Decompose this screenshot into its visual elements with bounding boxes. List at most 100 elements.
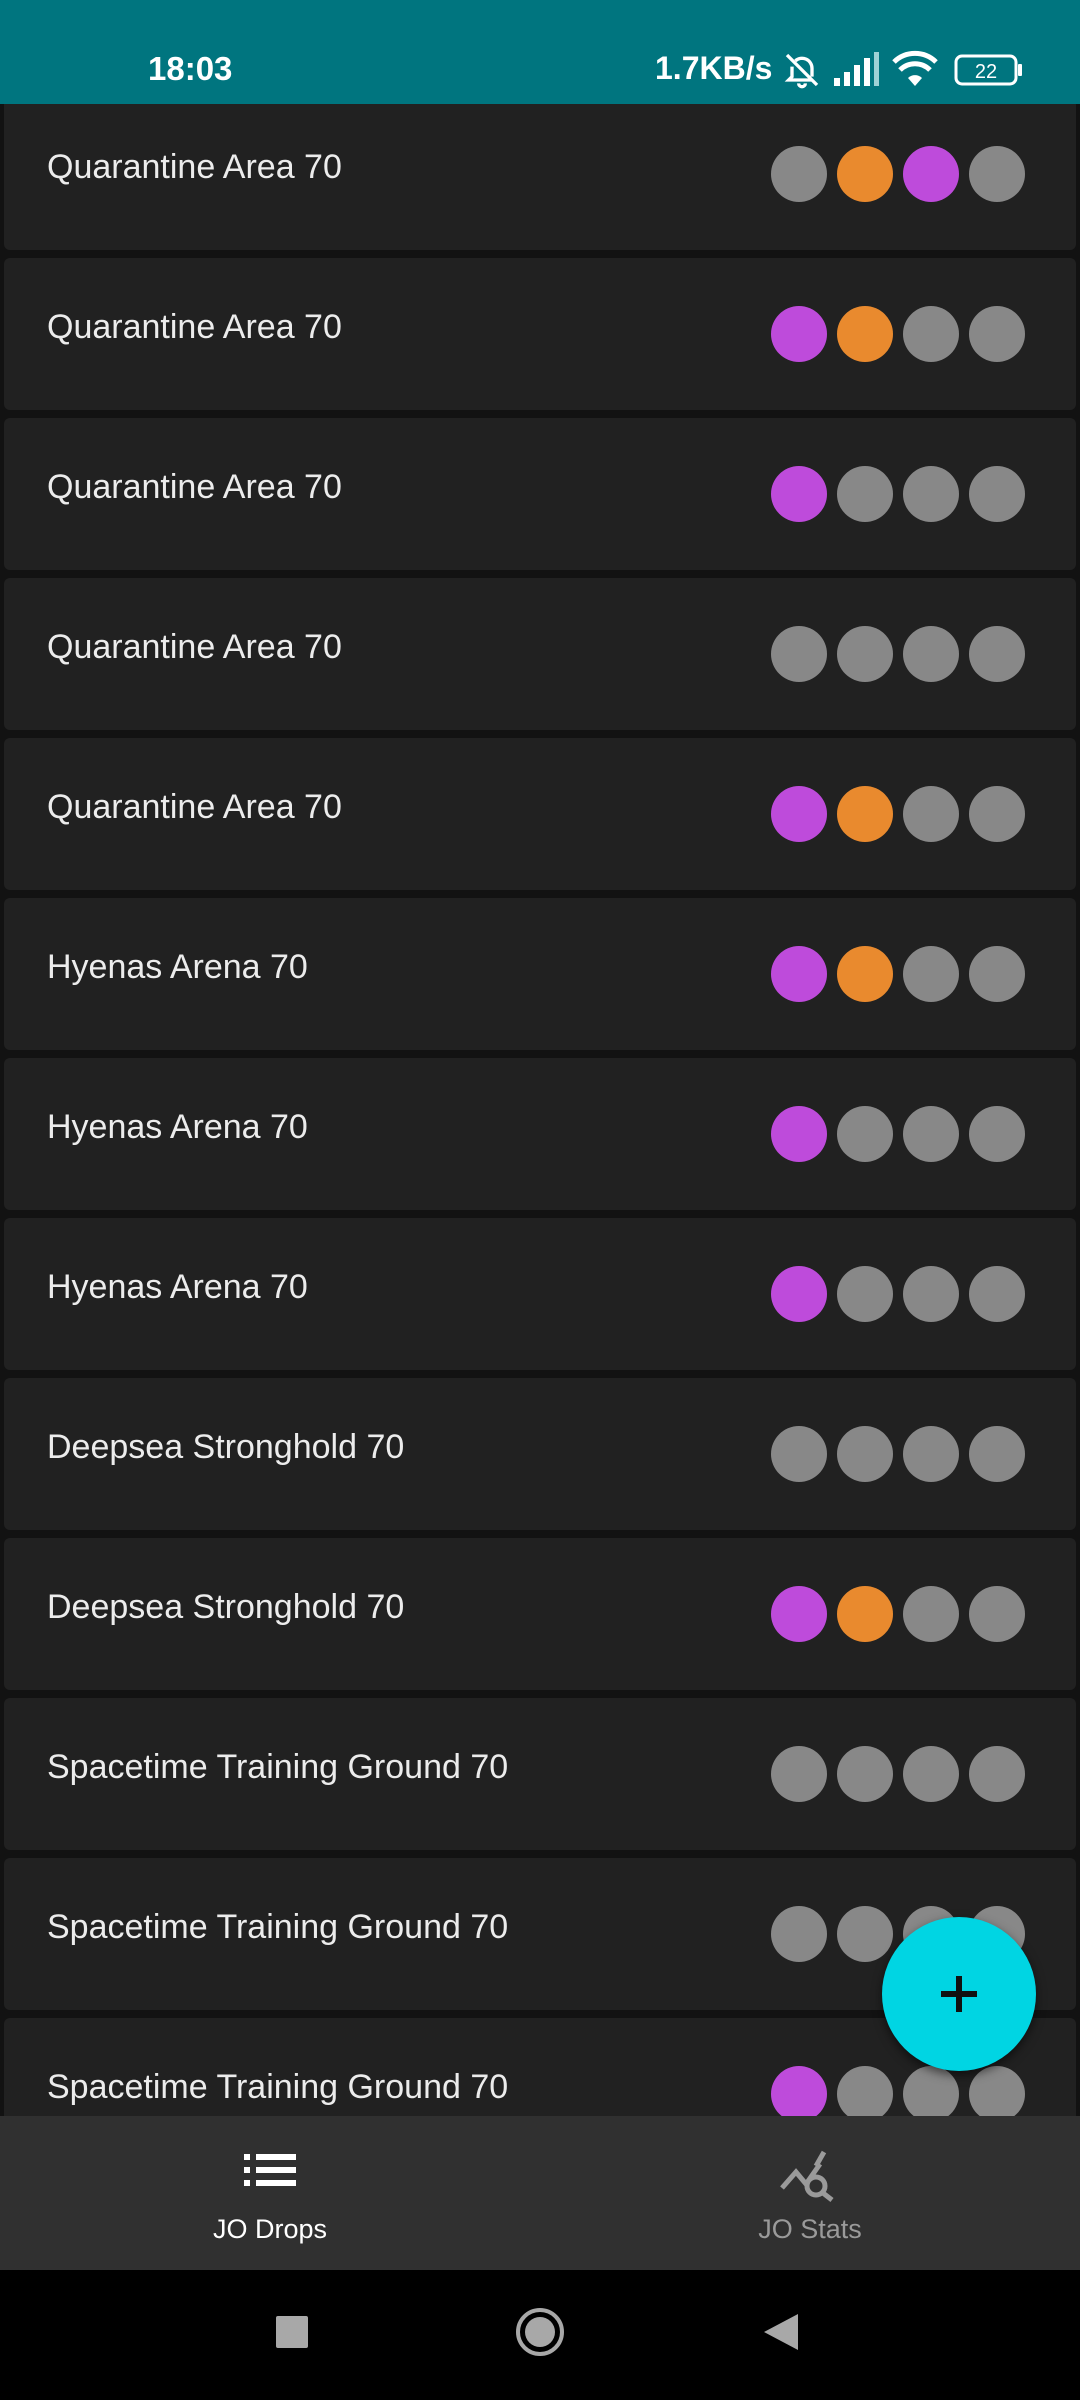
drop-dot-gray — [969, 306, 1025, 362]
drop-indicators — [771, 1106, 1025, 1162]
tab-jo-stats[interactable]: JO Stats — [540, 2116, 1080, 2270]
drop-dot-gray — [969, 146, 1025, 202]
drop-name: Quarantine Area 70 — [47, 148, 342, 186]
drop-dot-orange — [837, 146, 893, 202]
drop-dot-gray — [771, 626, 827, 682]
drop-dot-gray — [969, 1106, 1025, 1162]
list-item[interactable]: Hyenas Arena 70 — [4, 898, 1076, 1050]
drop-name: Spacetime Training Ground 70 — [47, 1748, 509, 1786]
cellular-signal-icon — [832, 52, 880, 93]
drop-dot-gray — [969, 1266, 1025, 1322]
plus-icon — [941, 1976, 977, 2012]
drop-dot-gray — [969, 466, 1025, 522]
battery-icon: 22 — [954, 54, 1024, 91]
drop-indicators — [771, 626, 1025, 682]
list-item[interactable]: Quarantine Area 70 — [4, 578, 1076, 730]
drop-dot-gray — [903, 1586, 959, 1642]
drop-dot-gray — [903, 946, 959, 1002]
list-item[interactable]: Quarantine Area 70 — [4, 258, 1076, 410]
drop-dot-gray — [969, 786, 1025, 842]
drop-dot-gray — [969, 1426, 1025, 1482]
drop-indicators — [771, 146, 1025, 202]
list-item[interactable]: Hyenas Arena 70 — [4, 1058, 1076, 1210]
status-bar: 18:03 1.7KB/s 22 — [0, 0, 1080, 104]
drop-name: Hyenas Arena 70 — [47, 948, 308, 986]
drop-dot-gray — [837, 1906, 893, 1962]
drop-dot-gray — [969, 2066, 1025, 2116]
drop-dot-gray — [903, 1106, 959, 1162]
drop-indicators — [771, 1746, 1025, 1802]
bottom-nav: JO Drops JO Stats — [0, 2116, 1080, 2270]
drop-dot-gray — [771, 1906, 827, 1962]
network-speed: 1.7KB/s — [655, 50, 773, 86]
drop-indicators — [771, 1266, 1025, 1322]
tab-jo-drops-label: JO Drops — [212, 2214, 328, 2244]
drop-dot-orange — [837, 306, 893, 362]
drop-indicators — [771, 786, 1025, 842]
list-item[interactable]: Deepsea Stronghold 70 — [4, 1538, 1076, 1690]
drop-name: Quarantine Area 70 — [47, 628, 342, 666]
system-nav-bar — [0, 2270, 1080, 2400]
list-item[interactable]: Quarantine Area 70 — [4, 104, 1076, 250]
drop-indicators — [771, 946, 1025, 1002]
drop-dot-purple — [771, 306, 827, 362]
drop-dot-purple — [771, 2066, 827, 2116]
drop-name: Quarantine Area 70 — [47, 308, 342, 346]
drop-dot-gray — [903, 2066, 959, 2116]
list-item[interactable]: Quarantine Area 70 — [4, 418, 1076, 570]
wifi-icon — [892, 50, 938, 93]
drop-name: Spacetime Training Ground 70 — [47, 1908, 509, 1946]
add-drop-button[interactable] — [882, 1917, 1036, 2071]
drop-dot-gray — [837, 1266, 893, 1322]
drop-dot-purple — [771, 946, 827, 1002]
drop-name: Deepsea Stronghold 70 — [47, 1428, 405, 1466]
list-item[interactable]: Hyenas Arena 70 — [4, 1218, 1076, 1370]
drop-dot-orange — [837, 946, 893, 1002]
drop-dot-purple — [771, 1586, 827, 1642]
battery-level: 22 — [975, 61, 997, 83]
drop-dot-gray — [903, 466, 959, 522]
drops-list[interactable]: Quarantine Area 70 Quarantine Area 70 Quar… — [0, 104, 1080, 2116]
tab-jo-drops[interactable]: JO Drops — [0, 2116, 540, 2270]
drop-dot-purple — [771, 1266, 827, 1322]
drop-dot-gray — [837, 1426, 893, 1482]
drop-dot-gray — [903, 306, 959, 362]
drop-dot-purple — [771, 1106, 827, 1162]
drop-dot-gray — [969, 1586, 1025, 1642]
drop-dot-purple — [771, 786, 827, 842]
drop-name: Spacetime Training Ground 70 — [47, 2068, 509, 2106]
drop-dot-gray — [969, 1746, 1025, 1802]
drop-dot-purple — [771, 466, 827, 522]
drop-indicators — [771, 2066, 1025, 2116]
drop-name: Hyenas Arena 70 — [47, 1268, 308, 1306]
drop-name: Hyenas Arena 70 — [47, 1108, 308, 1146]
stats-search-icon — [780, 2150, 834, 2202]
drop-dot-gray — [771, 1426, 827, 1482]
drop-dot-gray — [903, 626, 959, 682]
drop-name: Quarantine Area 70 — [47, 468, 342, 506]
drop-dot-gray — [837, 626, 893, 682]
list-item[interactable]: Spacetime Training Ground 70 — [4, 1698, 1076, 1850]
drop-dot-gray — [903, 1746, 959, 1802]
drop-dot-gray — [837, 2066, 893, 2116]
drop-dot-gray — [969, 946, 1025, 1002]
recents-square-icon[interactable] — [274, 2314, 310, 2355]
list-icon — [244, 2154, 296, 2186]
drop-name: Quarantine Area 70 — [47, 788, 342, 826]
drop-dot-gray — [837, 466, 893, 522]
back-triangle-icon[interactable] — [762, 2312, 800, 2357]
status-time: 18:03 — [148, 50, 233, 87]
drop-dot-gray — [771, 1746, 827, 1802]
drop-dot-purple — [903, 146, 959, 202]
drop-dot-gray — [969, 626, 1025, 682]
tab-jo-stats-label: JO Stats — [758, 2214, 862, 2244]
drop-dot-orange — [837, 1586, 893, 1642]
home-circle-icon[interactable] — [514, 2306, 566, 2363]
drop-name: Deepsea Stronghold 70 — [47, 1588, 405, 1626]
list-item[interactable]: Deepsea Stronghold 70 — [4, 1378, 1076, 1530]
drop-indicators — [771, 306, 1025, 362]
drop-dot-gray — [837, 1746, 893, 1802]
drop-dot-gray — [903, 786, 959, 842]
list-item[interactable]: Quarantine Area 70 — [4, 738, 1076, 890]
drop-dot-gray — [903, 1266, 959, 1322]
